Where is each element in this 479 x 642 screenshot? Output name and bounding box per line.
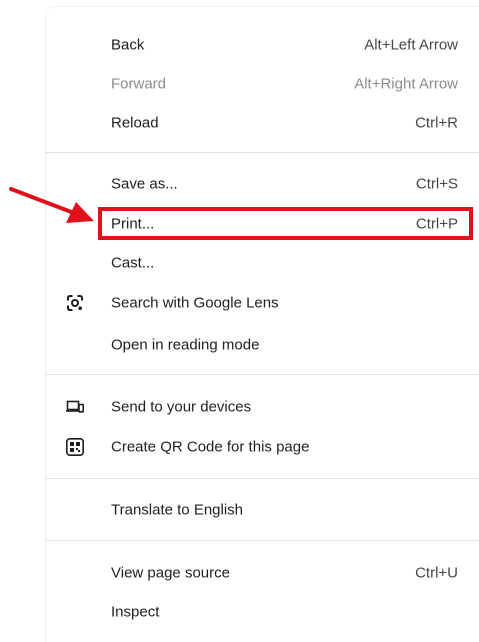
menu-item-send-to-devices-label: Send to your devices	[111, 398, 252, 416]
menu-item-save-as-shortcut: Ctrl+S	[415, 175, 458, 193]
devices-icon	[66, 398, 84, 416]
menu-separator	[46, 152, 479, 153]
menu-item-back-label: Back	[111, 36, 145, 54]
menu-item-qr-code-label: Create QR Code for this page	[111, 438, 310, 456]
menu-item-cast[interactable]: Cast...	[46, 245, 479, 281]
menu-item-cast-label: Cast...	[111, 254, 155, 272]
menu-item-inspect[interactable]: Inspect	[46, 594, 479, 630]
menu-item-forward-label: Forward	[111, 75, 167, 93]
menu-item-forward[interactable]: Forward Alt+Right Arrow	[46, 66, 479, 102]
screenshot-canvas: Back Alt+Left Arrow Forward Alt+Right Ar…	[0, 0, 479, 642]
menu-item-print[interactable]: Print... Ctrl+P	[46, 206, 479, 242]
menu-item-view-source-shortcut: Ctrl+U	[415, 564, 458, 582]
menu-separator	[46, 540, 479, 541]
menu-item-save-as-label: Save as...	[111, 175, 178, 193]
menu-item-send-to-devices[interactable]: Send to your devices	[46, 389, 479, 425]
menu-item-back-shortcut: Alt+Left Arrow	[364, 36, 458, 54]
menu-item-view-source[interactable]: View page source Ctrl+U	[46, 555, 479, 591]
menu-item-qr-code[interactable]: Create QR Code for this page	[46, 429, 479, 465]
menu-item-print-label: Print...	[111, 215, 155, 233]
menu-separator	[46, 478, 479, 479]
menu-item-reload[interactable]: Reload Ctrl+R	[46, 105, 479, 141]
menu-item-forward-shortcut: Alt+Right Arrow	[354, 75, 458, 93]
menu-item-inspect-label: Inspect	[111, 603, 160, 621]
menu-item-reading-mode-label: Open in reading mode	[111, 336, 260, 354]
menu-item-print-shortcut: Ctrl+P	[415, 215, 458, 233]
menu-item-view-source-label: View page source	[111, 564, 230, 582]
menu-separator	[46, 374, 479, 375]
menu-item-translate-label: Translate to English	[111, 501, 244, 519]
menu-item-reload-label: Reload	[111, 114, 159, 132]
menu-item-google-lens[interactable]: Search with Google Lens	[46, 285, 479, 321]
menu-item-google-lens-label: Search with Google Lens	[111, 294, 279, 312]
menu-item-reading-mode[interactable]: Open in reading mode	[46, 327, 479, 363]
menu-item-save-as[interactable]: Save as... Ctrl+S	[46, 166, 479, 202]
qr-code-icon	[66, 438, 84, 456]
context-menu	[46, 7, 479, 642]
google-lens-icon	[66, 294, 84, 312]
menu-item-back[interactable]: Back Alt+Left Arrow	[46, 27, 479, 63]
menu-item-reload-shortcut: Ctrl+R	[415, 114, 458, 132]
menu-item-translate[interactable]: Translate to English	[46, 492, 479, 528]
